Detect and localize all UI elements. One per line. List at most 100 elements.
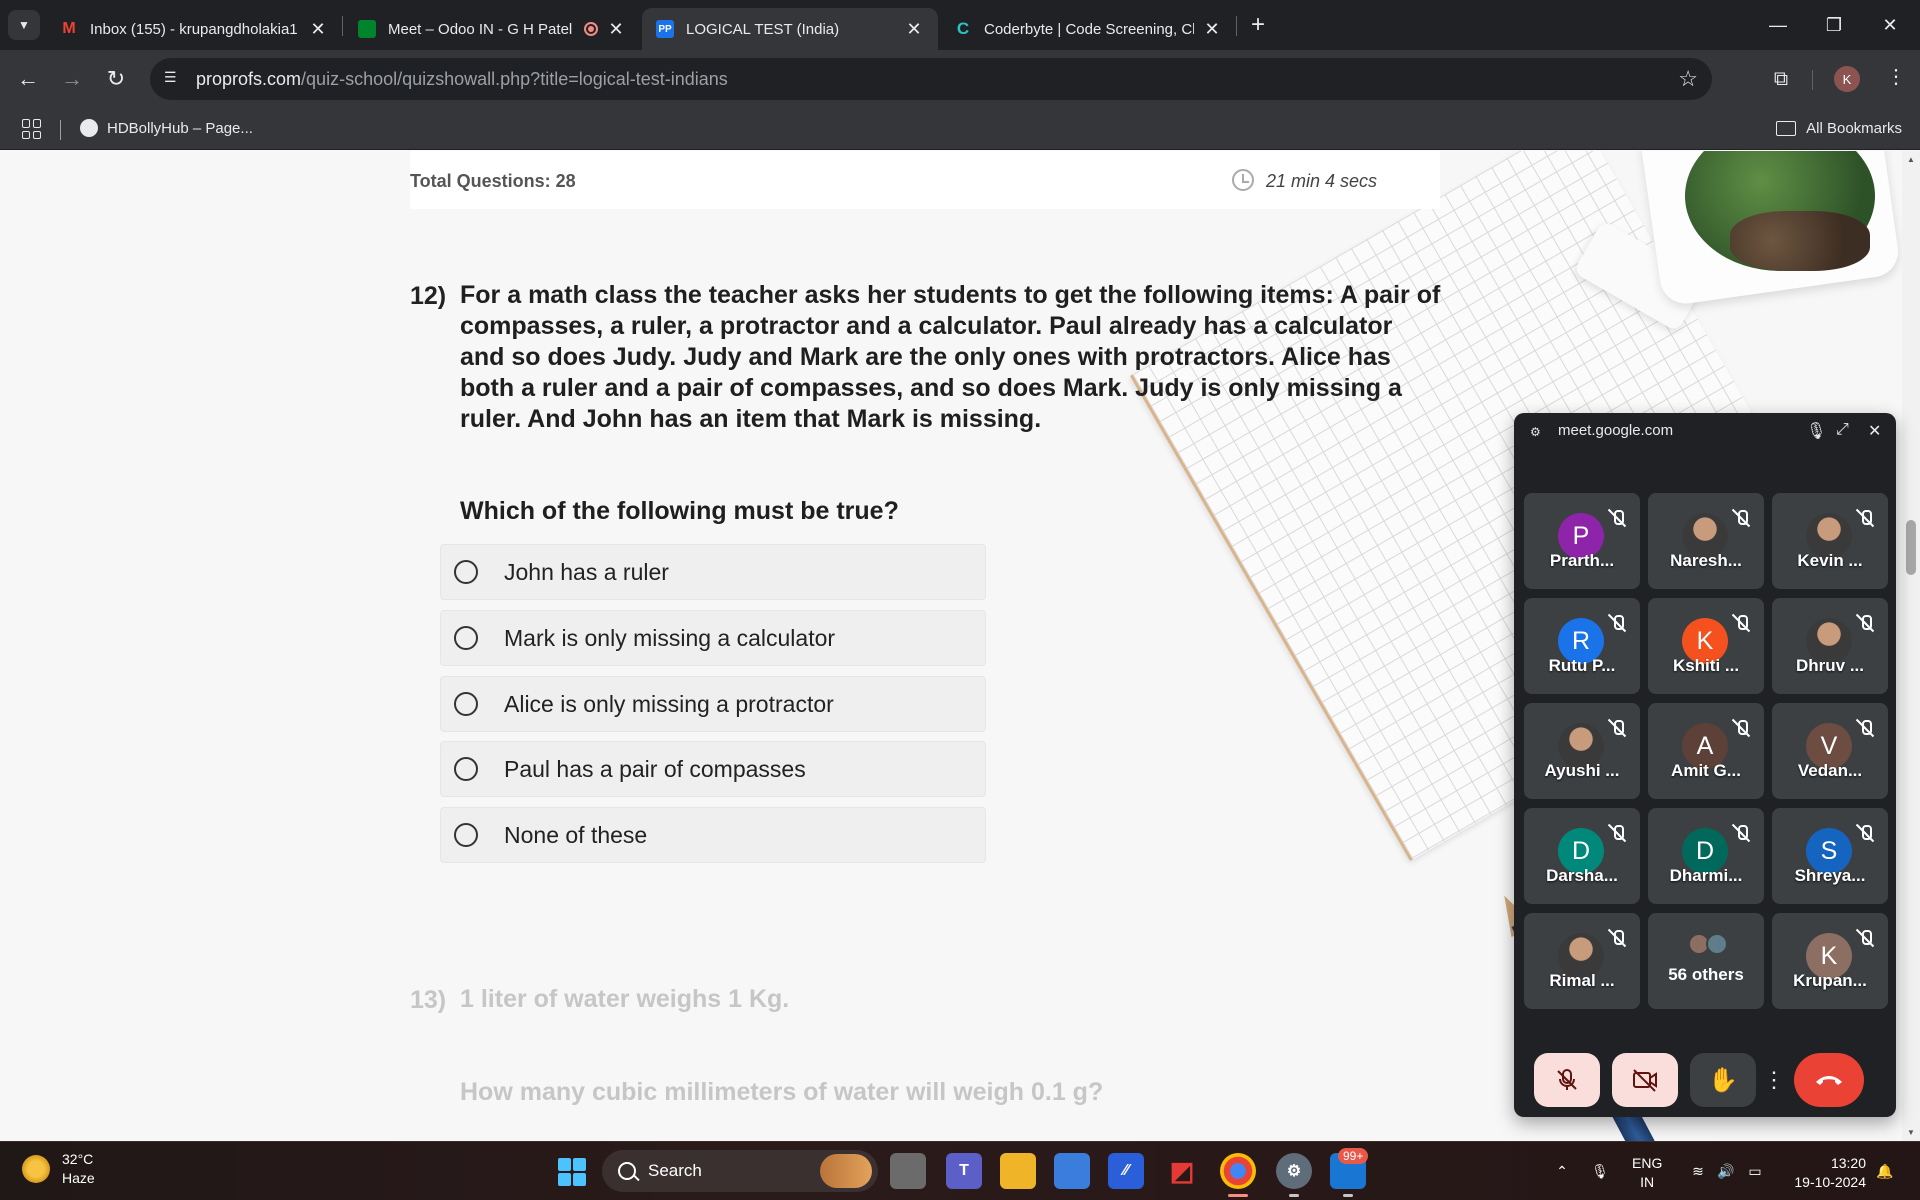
site-settings-icon[interactable]: ⚙ [1530, 425, 1541, 439]
participant-tile[interactable]: Rimal ... [1524, 913, 1640, 1009]
participant-tile[interactable]: R Rutu P... [1524, 598, 1640, 694]
scrollbar-thumb[interactable] [1906, 520, 1916, 575]
radio-button[interactable] [454, 626, 478, 650]
windows-taskbar: 32°C Haze Search T ⁄⁄ ◩ ⚙ 99+ ⌃ 🎙 ENG IN… [0, 1141, 1920, 1200]
close-icon[interactable]: ✕ [606, 19, 626, 40]
participant-name: Naresh... [1670, 551, 1742, 570]
settings-gear-icon[interactable]: ⚙ [1276, 1153, 1312, 1197]
tab-search-button[interactable]: ▼ [8, 10, 40, 40]
participant-tile[interactable]: K Kshiti ... [1648, 598, 1764, 694]
restore-button[interactable]: ❐ [1806, 0, 1862, 50]
radio-button[interactable] [454, 560, 478, 584]
site-info-icon[interactable]: ☰ [164, 69, 184, 89]
language-indicator[interactable]: ENG IN [1632, 1154, 1662, 1192]
globe-icon [80, 119, 98, 137]
all-bookmarks-button[interactable]: All Bookmarks [1776, 120, 1902, 137]
forward-button[interactable]: → [58, 65, 86, 93]
scroll-up-arrow-icon[interactable]: ▲ [1907, 155, 1915, 164]
minimize-button[interactable]: — [1750, 0, 1806, 50]
mic-muted-icon [1856, 824, 1874, 842]
radio-button[interactable] [454, 823, 478, 847]
answer-option[interactable]: Alice is only missing a protractor [440, 676, 986, 732]
leave-call-button[interactable] [1794, 1053, 1864, 1107]
microphone-tray-icon[interactable]: 🎙 [1588, 1142, 1612, 1200]
quiz-timer: 21 min 4 secs [1266, 171, 1378, 191]
editor-app-icon[interactable]: ⁄⁄ [1108, 1153, 1144, 1189]
bookmark-star-icon[interactable]: ☆ [1678, 66, 1698, 92]
close-icon[interactable]: ✕ [308, 19, 328, 40]
notification-bell-icon[interactable]: 🔔 [1872, 1142, 1898, 1200]
tab-logical-test[interactable]: PP LOGICAL TEST (India) ✕ [642, 8, 938, 50]
bookmarks-divider [60, 120, 61, 140]
microsoft-store-icon[interactable] [1054, 1153, 1090, 1189]
mic-muted-icon [1608, 509, 1626, 527]
participant-tile[interactable]: Dhruv ... [1772, 598, 1888, 694]
participant-tile[interactable]: S Shreya... [1772, 808, 1888, 904]
bookmark-hdbollyhub[interactable]: HDBollyHub – Page... [80, 119, 253, 137]
participant-tile[interactable]: A Amit G... [1648, 703, 1764, 799]
answer-option[interactable]: John has a ruler [440, 544, 986, 600]
answer-option[interactable]: Paul has a pair of compasses [440, 741, 986, 797]
chrome-icon[interactable] [1220, 1153, 1256, 1197]
answer-option[interactable]: Mark is only missing a calculator [440, 610, 986, 666]
chevron-down-icon: ▼ [18, 18, 30, 32]
start-button[interactable] [558, 1158, 586, 1186]
radio-button[interactable] [454, 692, 478, 716]
participant-tile[interactable]: Ayushi ... [1524, 703, 1640, 799]
participant-tile[interactable]: V Vedan... [1772, 703, 1888, 799]
tab-gmail[interactable]: M Inbox (155) - krupangdholakia1 ✕ [46, 8, 342, 50]
file-explorer-icon[interactable] [1000, 1153, 1036, 1189]
participant-tile[interactable]: Naresh... [1648, 493, 1764, 589]
battery-icon[interactable]: ▭ [1742, 1142, 1768, 1200]
extensions-icon[interactable]: ⧉ [1766, 64, 1796, 94]
others-tile[interactable]: 56 others [1648, 913, 1764, 1009]
reload-button[interactable]: ↻ [102, 65, 130, 93]
camera-off-button[interactable] [1612, 1053, 1678, 1107]
participant-tile[interactable]: Kevin ... [1772, 493, 1888, 589]
search-icon [618, 1162, 636, 1180]
back-button[interactable]: ← [14, 65, 42, 93]
tab-coderbyte[interactable]: C Coderbyte | Code Screening, Ch ✕ [940, 8, 1236, 50]
close-window-button[interactable]: ✕ [1862, 0, 1918, 50]
profile-avatar[interactable]: K [1834, 66, 1860, 92]
participant-name: Krupan... [1793, 971, 1867, 990]
mic-muted-icon [1608, 719, 1626, 737]
microphone-icon[interactable]: 🎙 [1806, 421, 1826, 441]
show-hidden-icons-chevron-icon[interactable]: ⌃ [1550, 1142, 1574, 1200]
participant-tile[interactable]: D Darsha... [1524, 808, 1640, 904]
participant-tile[interactable]: D Dharmi... [1648, 808, 1764, 904]
mic-off-button[interactable] [1534, 1053, 1600, 1107]
radio-button[interactable] [454, 757, 478, 781]
system-clock[interactable]: 13:20 19-10-2024 [1786, 1154, 1866, 1192]
weather-widget[interactable]: 32°C Haze [22, 1151, 95, 1186]
apps-grid-icon[interactable] [22, 119, 42, 139]
taskbar-search[interactable]: Search [602, 1150, 878, 1192]
tab-strip: ▼ M Inbox (155) - krupangdholakia1 ✕ Mee… [0, 0, 1920, 50]
search-label: Search [648, 1161, 702, 1180]
participant-name: Rimal ... [1549, 971, 1615, 990]
mic-muted-icon [1856, 509, 1874, 527]
back-to-tab-icon[interactable]: ⤢ [1836, 421, 1849, 439]
wifi-icon[interactable]: ≋ [1684, 1142, 1712, 1200]
participant-tile[interactable]: K Krupan... [1772, 913, 1888, 1009]
close-icon[interactable]: ✕ [1202, 19, 1222, 40]
scroll-down-arrow-icon[interactable]: ▼ [1907, 1128, 1915, 1137]
teams-icon[interactable]: T [946, 1153, 982, 1189]
volume-icon[interactable]: 🔊 [1714, 1142, 1738, 1200]
participant-name: Kshiti ... [1672, 656, 1740, 675]
close-icon[interactable]: ✕ [904, 19, 924, 40]
question-number: 13) [410, 986, 447, 1014]
answer-option[interactable]: None of these [440, 807, 986, 863]
clock-date: 19-10-2024 [1794, 1174, 1866, 1190]
more-menu-icon[interactable]: ⋮ [1886, 64, 1906, 89]
new-tab-button[interactable]: + [1244, 10, 1272, 40]
task-view-icon[interactable] [890, 1153, 926, 1189]
page-scrollbar[interactable]: ▲ ▼ [1902, 151, 1920, 1141]
address-bar[interactable]: ☰ proprofs.com/quiz-school/quizshowall.p… [150, 58, 1712, 100]
mcafee-icon[interactable]: ◩ [1164, 1153, 1200, 1189]
raise-hand-button[interactable]: ✋ [1690, 1053, 1756, 1107]
tab-meet[interactable]: Meet – Odoo IN - G H Patel ✕ [344, 8, 640, 50]
close-icon[interactable]: ✕ [1868, 421, 1881, 441]
more-options-button[interactable]: ⋮ [1763, 1053, 1785, 1107]
participant-tile[interactable]: P Prarth... [1524, 493, 1640, 589]
